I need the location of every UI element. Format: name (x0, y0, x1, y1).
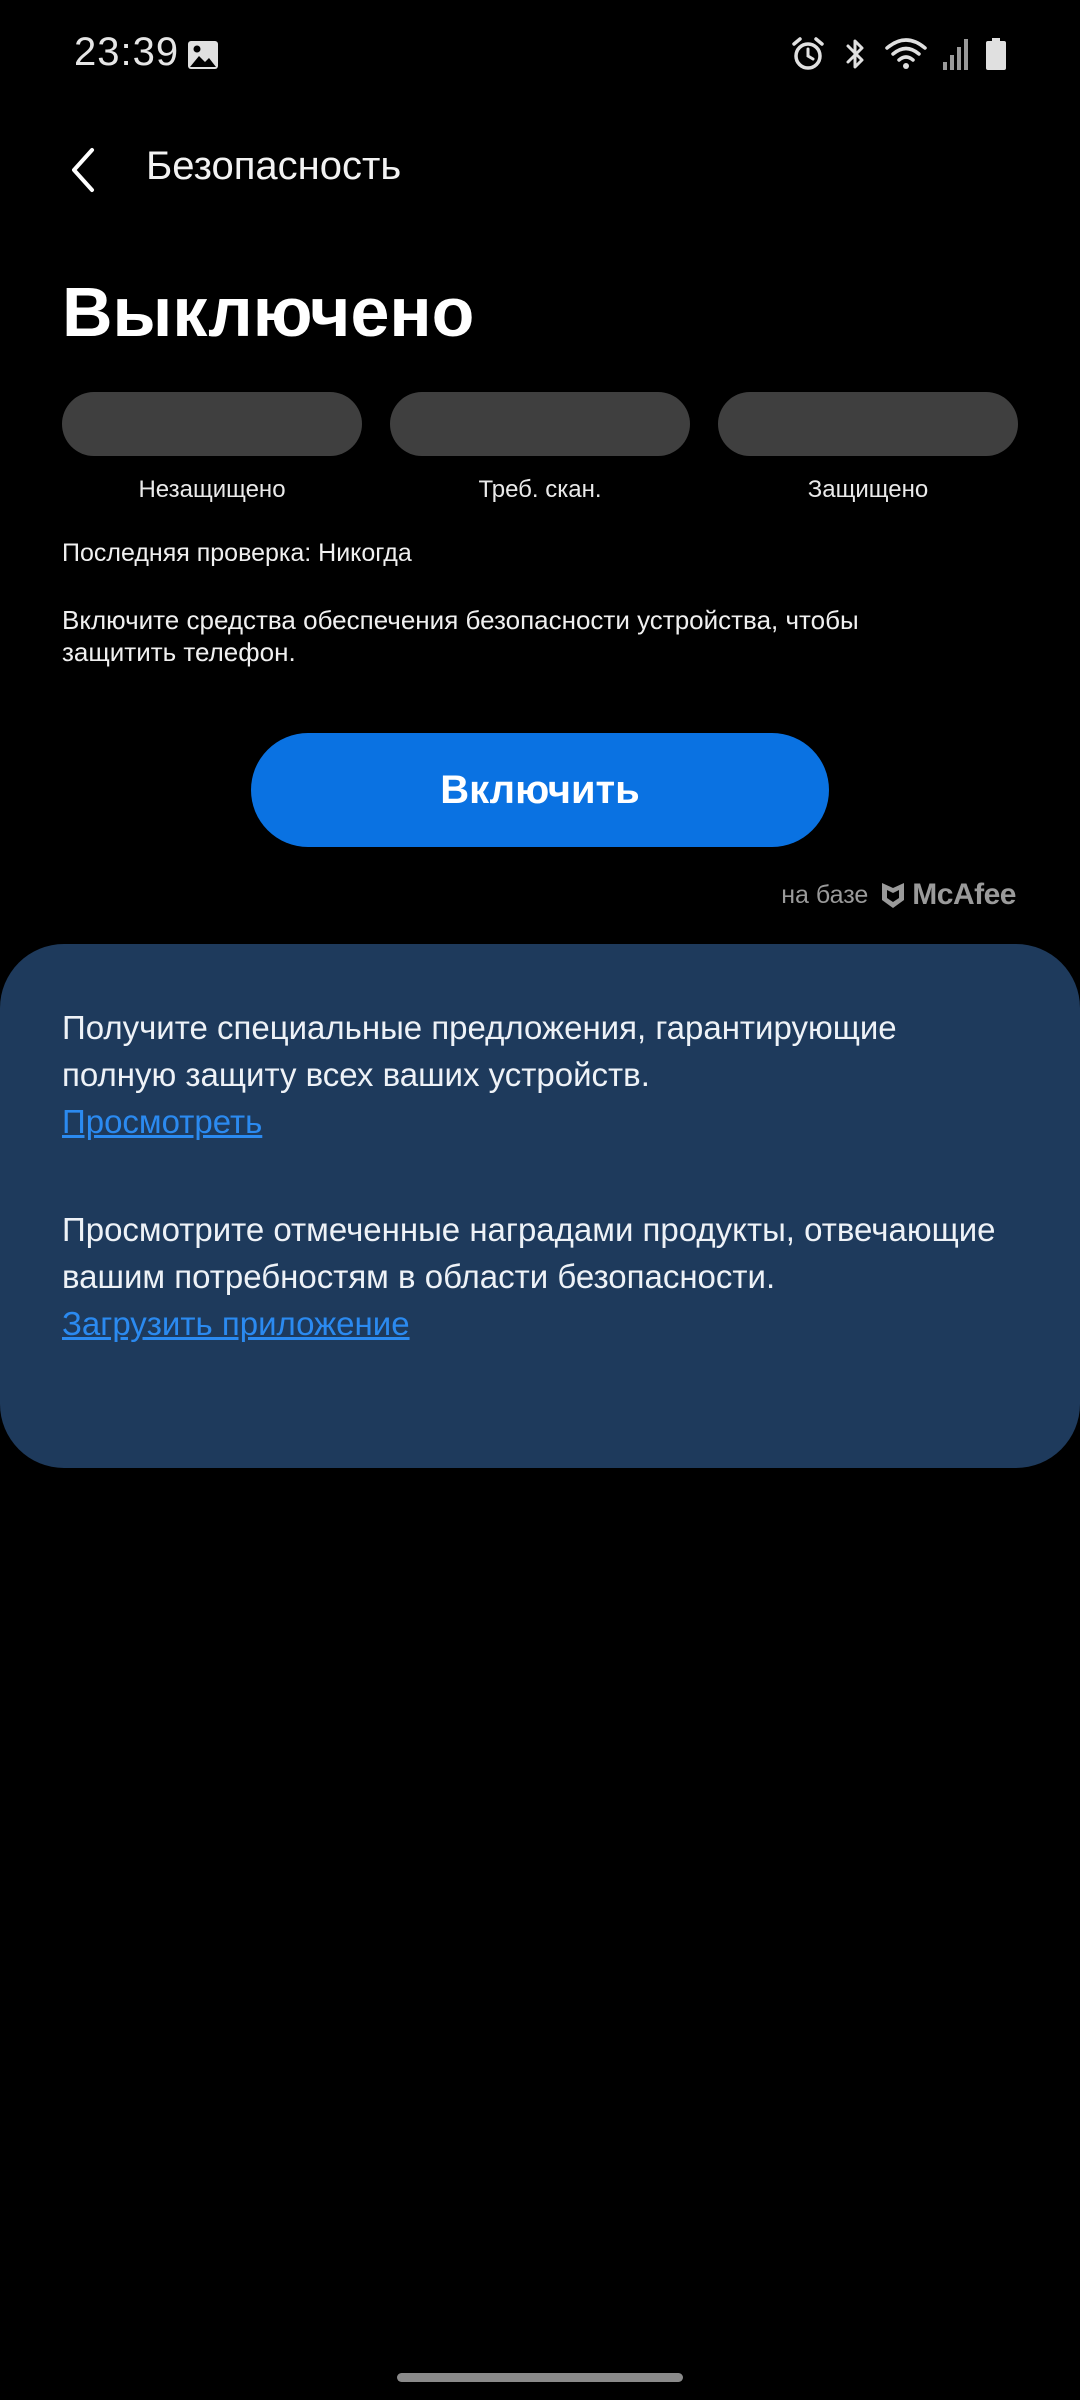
indicator-unprotected: Незащищено (62, 392, 362, 504)
indicator-protected: Защищено (718, 392, 1018, 504)
app-header: Безопасность (0, 120, 1080, 220)
offer-item: Просмотрите отмеченные наградами продукт… (62, 1206, 1002, 1347)
gallery-icon (188, 41, 218, 69)
protection-state-title: Выключено (62, 273, 475, 351)
page-title: Безопасность (146, 144, 402, 188)
last-check-text: Последняя проверка: Никогда (62, 539, 412, 567)
description-text: Включите средства обеспечения безопаснос… (62, 605, 859, 667)
offers-card: Получите специальные предложения, гарант… (0, 944, 1080, 1468)
back-button[interactable] (52, 138, 116, 202)
mcafee-brand-text: McAfee (912, 878, 1016, 911)
download-app-link[interactable]: Загрузить приложение (62, 1300, 410, 1347)
indicator-label: Защищено (807, 476, 929, 503)
mcafee-logo: McAfee (880, 878, 1016, 912)
indicator-bar (390, 392, 690, 456)
indicator-label: Треб. скан. (478, 476, 602, 503)
indicator-scan-required: Треб. скан. (390, 392, 690, 504)
protection-indicators: Незащищено Треб. скан. Защищено (62, 392, 1018, 504)
offer-item: Получите специальные предложения, гарант… (62, 1004, 1002, 1145)
status-icons (790, 36, 1008, 72)
powered-by: на базе McAfee (781, 878, 1016, 912)
offer-text: Просмотрите отмеченные наградами продукт… (62, 1211, 996, 1295)
enable-button[interactable]: Включить (251, 733, 829, 847)
chevron-left-icon (72, 148, 94, 192)
status-bar: 23:39 (0, 0, 1080, 110)
bluetooth-icon (846, 39, 864, 69)
indicator-bar (718, 392, 1018, 456)
signal-icon (943, 39, 968, 70)
wifi-icon (885, 38, 927, 69)
view-offers-link[interactable]: Просмотреть (62, 1098, 262, 1145)
indicator-bar (62, 392, 362, 456)
status-time: 23:39 (74, 30, 180, 74)
powered-by-text: на базе (781, 880, 869, 909)
offer-text: Получите специальные предложения, гарант… (62, 1009, 897, 1093)
indicator-label: Незащищено (138, 476, 286, 503)
gesture-bar[interactable] (397, 2373, 683, 2382)
mcafee-shield-icon (882, 883, 905, 908)
alarm-icon (792, 37, 824, 70)
battery-icon (986, 38, 1006, 70)
